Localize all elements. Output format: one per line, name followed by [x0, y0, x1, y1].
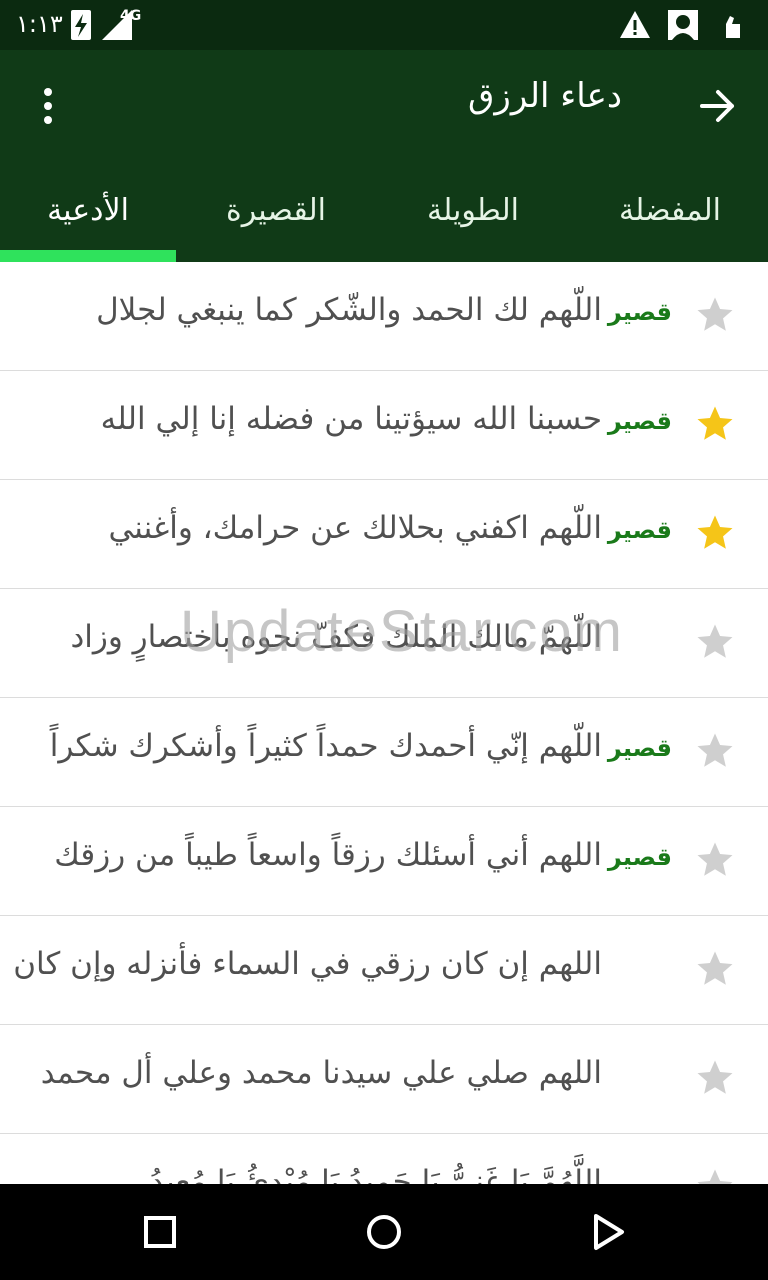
hand-notification-icon [726, 16, 740, 38]
short-badge: قصير [607, 407, 672, 435]
list-item[interactable]: حسبنا الله سيؤتينا من فضله إنا إلي الله … [0, 371, 768, 480]
app-notification-icon [668, 10, 698, 40]
home-icon[interactable] [360, 1208, 408, 1256]
favorite-star-icon[interactable] [694, 512, 736, 554]
status-bar: ١:١٣ 4G [0, 0, 768, 50]
list-item[interactable]: اللّهم لك الحمد والشّكر كما ينبغي لجلال … [0, 262, 768, 371]
recents-icon[interactable] [136, 1208, 184, 1256]
dua-text: اللّهم إنّي أحمدك حمداً كثيراً وأشكرك شك… [49, 728, 602, 764]
favorite-star-icon[interactable] [694, 1166, 736, 1184]
back-icon[interactable] [584, 1208, 632, 1256]
list-item[interactable]: اللهم أني أسئلك رزقاً واسعاً طيباً من رز… [0, 807, 768, 916]
dua-text: اللهم إن كان رزقي في السماء فأنزله وإن ك… [13, 946, 602, 982]
short-badge: قصير [607, 734, 672, 762]
list-item[interactable]: اللّهم إنّي أحمدك حمداً كثيراً وأشكرك شك… [0, 698, 768, 807]
forward-arrow-icon[interactable] [698, 86, 738, 126]
battery-charging-icon [71, 10, 91, 40]
short-badge: قصير [607, 516, 672, 544]
status-time: ١:١٣ [16, 10, 63, 38]
overflow-menu-icon[interactable] [30, 86, 66, 126]
favorite-star-icon[interactable] [694, 839, 736, 881]
page-title: دعاء الرزق [468, 76, 622, 116]
tab-short[interactable]: القصيرة [188, 162, 364, 262]
dua-text: اللّهم اكفني بحلالك عن حرامك، وأغنني [108, 510, 602, 546]
dua-text: اللهم أني أسئلك رزقاً واسعاً طيباً من رز… [54, 837, 602, 873]
dua-text: اللهم صلي علي سيدنا محمد وعلي أل محمد [40, 1055, 602, 1091]
list-item[interactable]: اللهم إن كان رزقي في السماء فأنزله وإن ك… [0, 916, 768, 1025]
favorite-star-icon[interactable] [694, 1057, 736, 1099]
tab-favorites[interactable]: المفضلة [582, 162, 758, 262]
watermark: UpdateStar.com [180, 599, 624, 664]
favorite-star-icon[interactable] [694, 403, 736, 445]
tab-indicator [0, 250, 176, 262]
short-badge: قصير [607, 298, 672, 326]
app-bar: دعاء الرزق [0, 50, 768, 162]
list-item[interactable]: اللَّهُمَّ يَا غَنِيُّ يَا حَمِيدُ يَا م… [0, 1134, 768, 1184]
list-item[interactable]: اللهم صلي علي سيدنا محمد وعلي أل محمد [0, 1025, 768, 1134]
list-item[interactable]: اللّهم اكفني بحلالك عن حرامك، وأغنني قصي… [0, 480, 768, 589]
system-nav-bar [0, 1184, 768, 1280]
dua-list: اللّهم لك الحمد والشّكر كما ينبغي لجلال … [0, 262, 768, 1184]
short-badge: قصير [607, 843, 672, 871]
dua-text: اللَّهُمَّ يَا غَنِيُّ يَا حَمِيدُ يَا م… [149, 1164, 602, 1184]
warning-icon [620, 11, 650, 38]
favorite-star-icon[interactable] [694, 948, 736, 990]
tab-duas[interactable]: الأدعية [0, 162, 176, 262]
favorite-star-icon[interactable] [694, 294, 736, 336]
tab-long[interactable]: الطويلة [385, 162, 561, 262]
tab-bar: الأدعية القصيرة الطويلة المفضلة [0, 162, 768, 262]
favorite-star-icon[interactable] [694, 621, 736, 663]
dua-text: حسبنا الله سيؤتينا من فضله إنا إلي الله [100, 401, 602, 437]
favorite-star-icon[interactable] [694, 730, 736, 772]
network-type: 4G [120, 8, 142, 24]
dua-text: اللّهم لك الحمد والشّكر كما ينبغي لجلال [96, 292, 602, 328]
